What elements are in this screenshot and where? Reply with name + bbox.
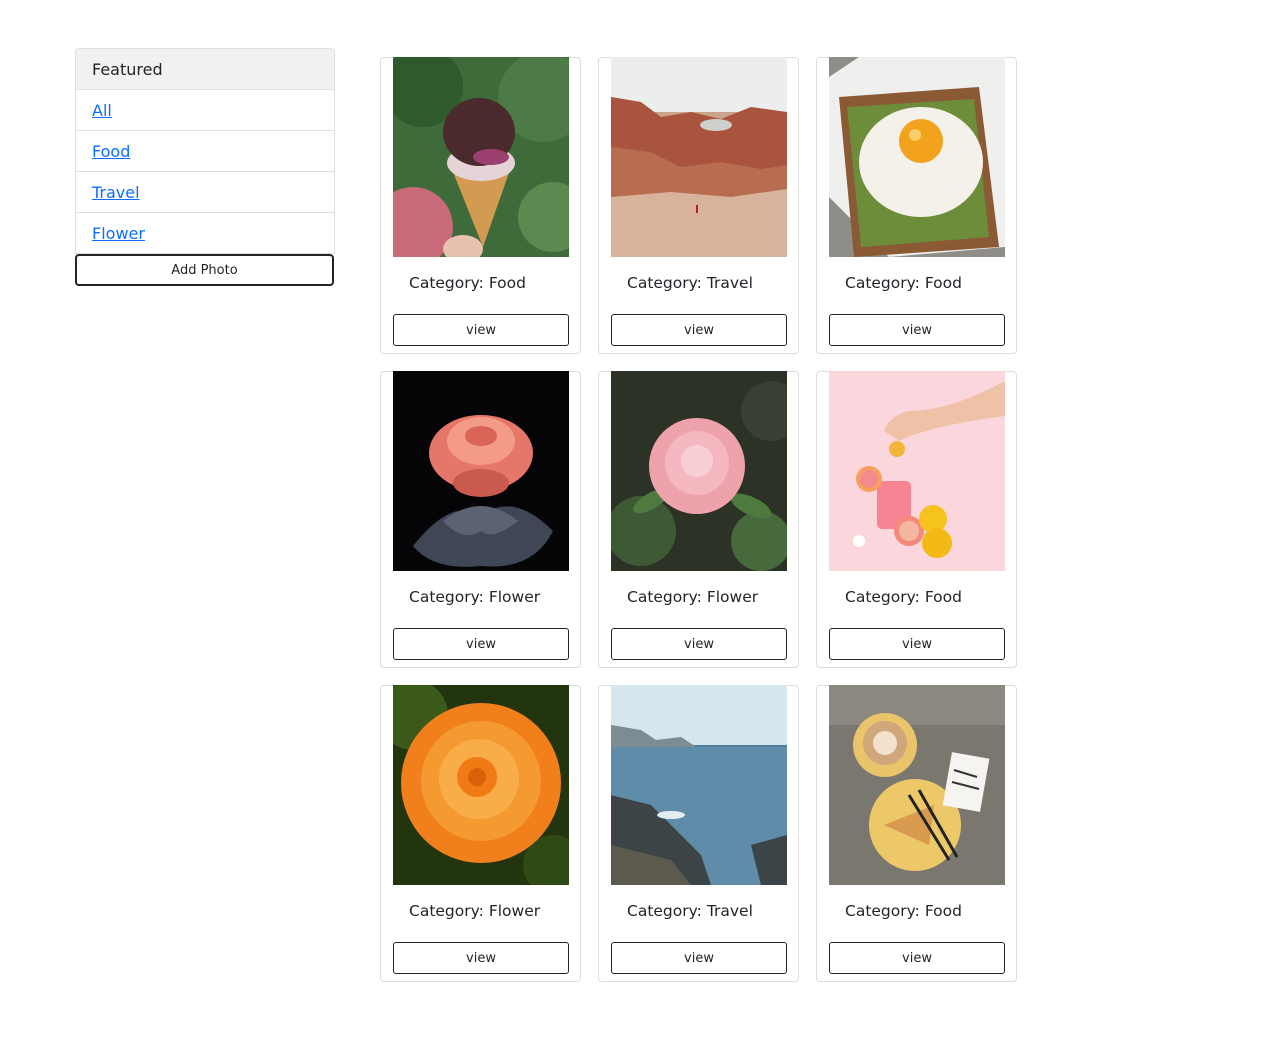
card-caption: Category: Travel	[627, 902, 753, 920]
photo-thumbnail-coral-rose[interactable]	[393, 371, 569, 571]
photo-thumbnail-canyon[interactable]	[611, 57, 787, 257]
view-button[interactable]: view	[611, 628, 787, 660]
card-caption: Category: Food	[845, 588, 962, 606]
category-item-food: Food	[76, 131, 334, 172]
card-caption: Category: Food	[845, 902, 962, 920]
photo-card: Category: Food view	[380, 57, 581, 354]
photo-thumbnail-orange-rose[interactable]	[393, 685, 569, 885]
photo-thumbnail-egg-toast[interactable]	[829, 57, 1005, 257]
ice-cream-image	[393, 57, 569, 257]
view-button[interactable]: view	[611, 314, 787, 346]
card-caption: Category: Food	[845, 274, 962, 292]
category-link-all[interactable]: All	[92, 101, 112, 120]
photo-grid: Category: Food view Category: Travel vie…	[380, 57, 1017, 982]
photo-card: Category: Food view	[816, 685, 1017, 982]
category-item-travel: Travel	[76, 172, 334, 213]
orange-rose-image	[393, 685, 569, 885]
category-link-flower[interactable]: Flower	[92, 224, 145, 243]
photo-thumbnail-coastline[interactable]	[611, 685, 787, 885]
category-sidebar: Featured All Food Travel Flower Add Phot…	[75, 48, 335, 286]
pink-rose-image	[611, 371, 787, 571]
card-caption: Category: Travel	[627, 274, 753, 292]
photo-card: Category: Travel view	[598, 57, 799, 354]
grapefruit-drink-image	[829, 371, 1005, 571]
photo-thumbnail-ice-cream[interactable]	[393, 57, 569, 257]
category-link-travel[interactable]: Travel	[92, 183, 140, 202]
category-list: Featured All Food Travel Flower	[75, 48, 335, 254]
coastline-image	[611, 685, 787, 885]
photo-thumbnail-coffee-pie[interactable]	[829, 685, 1005, 885]
photo-thumbnail-pink-rose[interactable]	[611, 371, 787, 571]
egg-toast-image	[829, 57, 1005, 257]
photo-card: Category: Flower view	[380, 685, 581, 982]
photo-card: Category: Flower view	[598, 371, 799, 668]
canyon-image	[611, 57, 787, 257]
category-item-all: All	[76, 90, 334, 131]
category-item-flower: Flower	[76, 213, 334, 253]
card-caption: Category: Flower	[627, 588, 759, 606]
photo-card: Category: Travel view	[598, 685, 799, 982]
view-button[interactable]: view	[611, 942, 787, 974]
coral-rose-image	[393, 371, 569, 571]
photo-card: Category: Flower view	[380, 371, 581, 668]
add-photo-button[interactable]: Add Photo	[75, 254, 334, 286]
coffee-pie-image	[829, 685, 1005, 885]
photo-thumbnail-grapefruit-drink[interactable]	[829, 371, 1005, 571]
card-caption: Category: Flower	[409, 588, 541, 606]
card-caption: Category: Flower	[409, 902, 541, 920]
view-button[interactable]: view	[829, 628, 1005, 660]
list-header: Featured	[76, 49, 334, 90]
view-button[interactable]: view	[829, 314, 1005, 346]
view-button[interactable]: view	[829, 942, 1005, 974]
category-link-food[interactable]: Food	[92, 142, 130, 161]
photo-card: Category: Food view	[816, 57, 1017, 354]
photo-card: Category: Food view	[816, 371, 1017, 668]
view-button[interactable]: view	[393, 628, 569, 660]
view-button[interactable]: view	[393, 942, 569, 974]
card-caption: Category: Food	[409, 274, 526, 292]
view-button[interactable]: view	[393, 314, 569, 346]
gallery-page: Featured All Food Travel Flower Add Phot…	[0, 0, 1265, 1038]
